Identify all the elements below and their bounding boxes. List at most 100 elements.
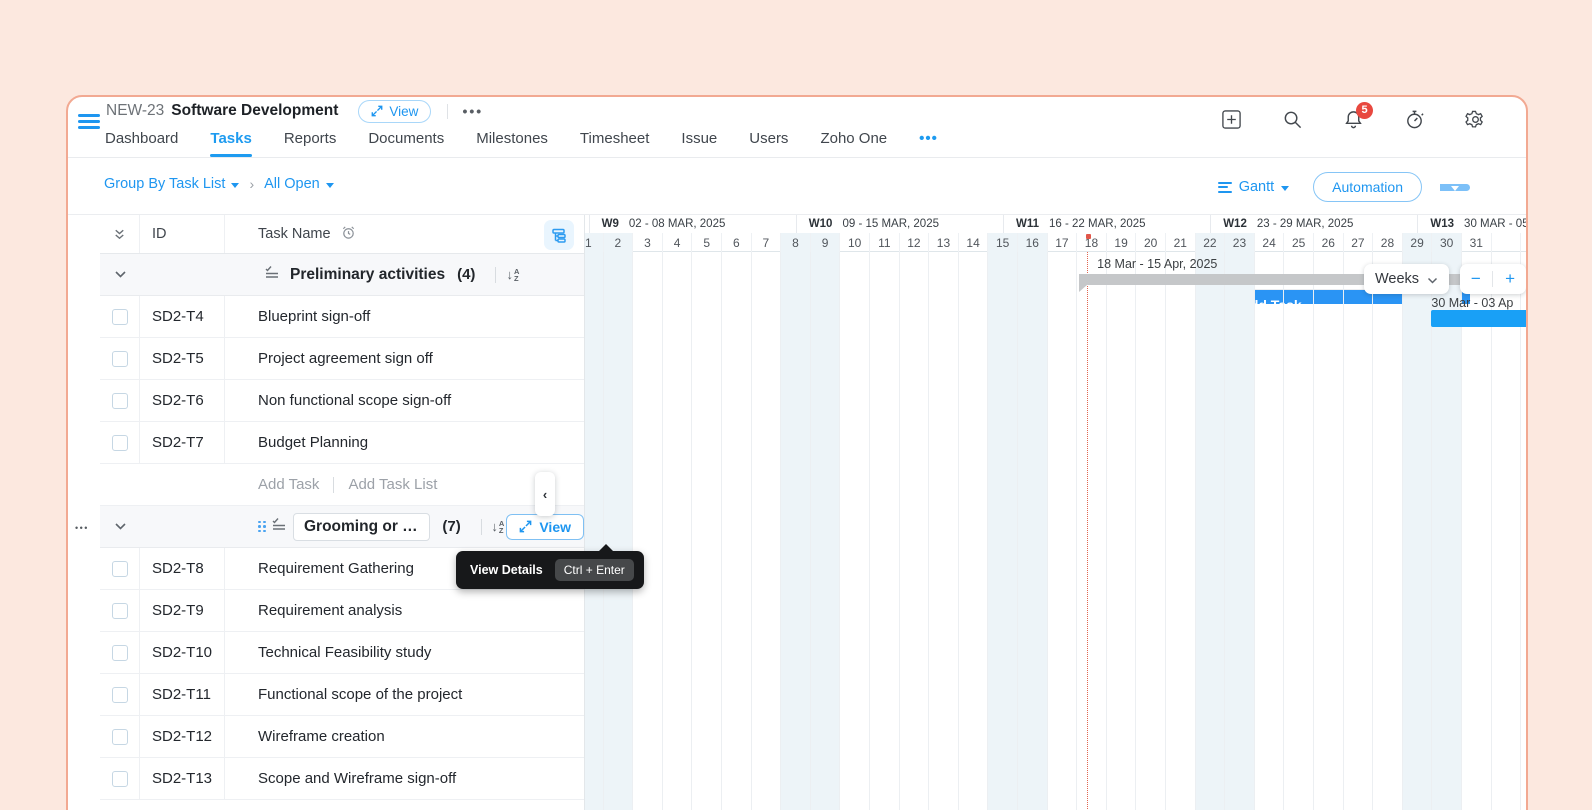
task-id: SD2-T5: [140, 338, 225, 379]
sort-az-icon[interactable]: ↓ A Z: [491, 519, 504, 534]
day-gridline: [721, 252, 722, 810]
view-mode-dropdown[interactable]: Gantt: [1217, 179, 1290, 195]
task-group-header[interactable]: Preliminary activities (4) ↓ A Z: [100, 254, 584, 296]
group-by-dropdown[interactable]: Group By Task List: [104, 176, 240, 192]
settings-gear-icon[interactable]: [1465, 109, 1486, 130]
tabs-more-menu[interactable]: •••: [919, 124, 938, 157]
hamburger-menu-icon[interactable]: [78, 114, 100, 130]
weekend-column: [602, 252, 633, 810]
gantt-day-cell: 15: [987, 233, 1017, 252]
task-checkbox[interactable]: [111, 770, 128, 787]
zoom-out-button[interactable]: −: [1461, 269, 1491, 289]
task-id: SD2-T9: [140, 590, 225, 631]
add-task-list-link[interactable]: Add Task List: [348, 476, 437, 493]
tab-documents[interactable]: Documents: [368, 124, 444, 157]
task-name[interactable]: Scope and Wireframe sign-off: [225, 758, 584, 799]
task-bar[interactable]: [1431, 310, 1526, 327]
task-name[interactable]: Project agreement sign off: [225, 338, 584, 379]
tab-tasks[interactable]: Tasks: [210, 124, 253, 157]
add-task-link[interactable]: Add Task: [258, 476, 319, 493]
module-tabs: Dashboard Tasks Reports Documents Milestones…: [105, 124, 1146, 157]
table-header: ID Task Name: [100, 215, 584, 254]
checkbox-cell: [100, 632, 140, 673]
project-more-menu[interactable]: •••: [462, 103, 483, 119]
collapse-panel-handle[interactable]: ‹: [535, 472, 555, 516]
day-gridline: [928, 252, 930, 810]
task-table: ID Task Name Preliminary activities (4) …: [100, 215, 585, 810]
column-header-id[interactable]: ID: [140, 215, 225, 253]
hierarchy-view-button[interactable]: [544, 220, 574, 250]
column-header-task-name[interactable]: Task Name: [258, 226, 331, 242]
gantt-day-cell: 23: [1224, 233, 1254, 252]
divider: [333, 476, 335, 493]
project-view-button[interactable]: View: [358, 99, 432, 123]
tab-timesheet[interactable]: Timesheet: [580, 124, 649, 157]
search-icon[interactable]: [1282, 109, 1303, 130]
task-checkbox[interactable]: [111, 392, 128, 409]
tab-reports[interactable]: Reports: [284, 124, 337, 157]
notifications-bell-icon[interactable]: 5: [1343, 102, 1373, 130]
drag-handle-icon[interactable]: [258, 520, 266, 533]
task-checkbox[interactable]: [111, 434, 128, 451]
group-view-button[interactable]: View: [506, 513, 584, 540]
task-checkbox[interactable]: [111, 350, 128, 367]
tab-issue[interactable]: Issue: [681, 124, 717, 157]
gantt-day-cell: 26: [1313, 233, 1343, 252]
gantt-body: 18 Mar - 15 Apr, 2025 30 Mar - 03 Ap: [585, 234, 1526, 810]
tab-milestones[interactable]: Milestones: [476, 124, 548, 157]
gantt-week-w13: W13 30 MAR - 05 A: [1417, 215, 1526, 233]
gantt-scale-dropdown[interactable]: Weeks: [1364, 264, 1449, 294]
sort-az-icon[interactable]: ↓ A Z: [506, 267, 519, 282]
add-new-icon[interactable]: [1221, 109, 1242, 130]
tab-dashboard[interactable]: Dashboard: [105, 124, 178, 157]
gantt-view-icon: [1217, 179, 1232, 195]
chevron-down-icon[interactable]: [114, 522, 127, 531]
summary-bar-label: 18 Mar - 15 Apr, 2025: [1097, 257, 1218, 271]
week-range: 16 - 22 MAR, 2025: [1049, 218, 1146, 230]
task-name[interactable]: Functional scope of the project: [225, 674, 584, 715]
group-title[interactable]: Preliminary activities: [290, 266, 445, 284]
reminder-alarm-icon[interactable]: [341, 225, 356, 244]
tab-zoho-one[interactable]: Zoho One: [820, 124, 887, 157]
project-id: NEW-23: [106, 102, 165, 119]
gantt-week-w9: W9 02 - 08 MAR, 2025: [588, 215, 796, 233]
day-gridline: [1135, 252, 1137, 810]
gantt-week-w10: W10 09 - 15 MAR, 2025: [795, 215, 1003, 233]
filter-dropdown[interactable]: All Open: [264, 176, 334, 192]
task-checkbox[interactable]: [111, 686, 128, 703]
chevron-down-icon[interactable]: [114, 270, 127, 279]
week-number: W11: [1016, 218, 1040, 230]
task-name[interactable]: Wireframe creation: [225, 716, 584, 757]
add-task-dropdown-arrow[interactable]: [1440, 183, 1470, 191]
checkbox-cell: [100, 674, 140, 715]
row-menu-dots[interactable]: •••: [75, 523, 89, 533]
gantt-day-cell: 14: [957, 233, 988, 252]
task-name[interactable]: Technical Feasibility study: [225, 632, 584, 673]
week-number: W12: [1223, 218, 1247, 230]
task-row: SD2-T11 Functional scope of the project: [100, 674, 584, 716]
tab-users[interactable]: Users: [749, 124, 788, 157]
task-checkbox[interactable]: [111, 602, 128, 619]
task-name[interactable]: Non functional scope sign-off: [225, 380, 584, 421]
task-checkbox[interactable]: [111, 644, 128, 661]
collapse-all-icon[interactable]: [112, 227, 127, 242]
summary-bar[interactable]: [1079, 274, 1526, 292]
task-checkbox[interactable]: [111, 560, 128, 577]
task-checkbox[interactable]: [111, 308, 128, 325]
task-name[interactable]: Requirement analysis: [225, 590, 584, 631]
gantt-day-cell: 11: [869, 233, 899, 252]
gantt-day-cell: 28: [1372, 233, 1402, 252]
timer-icon[interactable]: [1404, 109, 1425, 130]
gantt-day-header: 1 2 3 4 5 6 7 8 9 10 11 12 13 14 15 16 17 18 19 20 21 22 23 24 2…: [585, 233, 1526, 252]
day-gridline: [1431, 252, 1433, 810]
task-checkbox[interactable]: [111, 728, 128, 745]
divider: [480, 518, 482, 535]
task-name[interactable]: Blueprint sign-off: [225, 296, 584, 337]
group-title-editable[interactable]: Grooming or Require...: [293, 512, 431, 541]
automation-button[interactable]: Automation: [1313, 172, 1422, 202]
task-name[interactable]: Budget Planning: [225, 422, 584, 463]
zoom-in-button[interactable]: +: [1495, 269, 1525, 289]
gantt-day-cell: 25: [1283, 233, 1313, 252]
task-group-header-selected[interactable]: Grooming or Require... (7) ↓AZ View: [100, 506, 584, 548]
weekend-column: [1431, 252, 1461, 810]
